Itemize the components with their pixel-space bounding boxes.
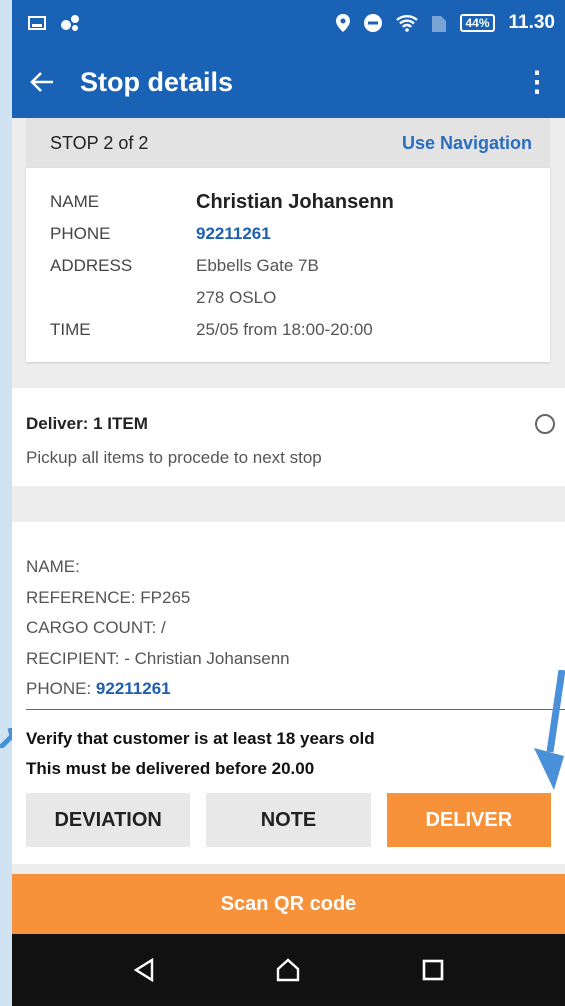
- wifi-icon: [396, 15, 419, 32]
- status-time: 11.30: [508, 12, 556, 33]
- address-line-2: 278 OSLO: [196, 288, 277, 307]
- pointer-arrow-icon: [0, 728, 12, 748]
- info-label: [50, 282, 196, 314]
- system-nav-bar: [12, 934, 565, 1006]
- nav-recents-icon[interactable]: [422, 959, 444, 981]
- deliver-radio-button[interactable]: [535, 414, 555, 434]
- age-warning: Verify that customer is at least 18 year…: [26, 728, 375, 748]
- time-warning: This must be delivered before 20.00: [26, 758, 315, 778]
- deliver-count: Deliver: 1 ITEM: [26, 414, 148, 433]
- item-cargo-count: CARGO COUNT: /: [26, 618, 166, 637]
- item-phone-link[interactable]: 92211261: [96, 679, 171, 698]
- address-line-1: Ebbells Gate 7B: [196, 256, 319, 275]
- deliver-items-row[interactable]: Deliver: 1 ITEM Pickup all items to proc…: [12, 388, 565, 486]
- info-label: ADDRESS: [50, 256, 133, 275]
- overflow-menu-icon[interactable]: ⋮: [523, 68, 551, 96]
- phone-screen: 44% 11.30 Stop details ⋮ STOP 2 of 2 Use…: [12, 0, 565, 1006]
- item-details-section: NAME: REFERENCE: FP265 CARGO COUNT: / RE…: [12, 522, 565, 864]
- divider: [26, 708, 565, 710]
- action-buttons: DEVIATION NOTE DELIVER: [26, 793, 551, 847]
- stop-section: STOP 2 of 2 Use Navigation NAME Christia…: [26, 118, 550, 362]
- status-bar: 44% 11.30: [12, 0, 565, 46]
- item-phone-label: PHONE:: [26, 679, 96, 698]
- deviation-button[interactable]: DEVIATION: [26, 793, 191, 847]
- do-not-disturb-icon: [364, 14, 383, 32]
- customer-phone-link[interactable]: 92211261: [196, 218, 271, 250]
- location-icon: [336, 14, 351, 32]
- stop-count: STOP 2 of 2: [50, 132, 149, 153]
- app-bar: Stop details ⋮: [12, 46, 565, 118]
- note-button[interactable]: NOTE: [206, 793, 371, 847]
- pointer-arrow-icon: [534, 670, 565, 790]
- scan-qr-button[interactable]: Scan QR code: [12, 874, 565, 934]
- info-label: NAME: [50, 192, 100, 211]
- stop-info-card: NAME Christian Johansenn PHONE 92211261 …: [26, 168, 550, 362]
- info-row-address-2: 278 OSLO: [50, 282, 526, 314]
- use-navigation-link[interactable]: Use Navigation: [402, 133, 532, 154]
- delivery-time: 25/05 from 18:00-20:00: [196, 320, 373, 339]
- sim-card-icon: [432, 16, 447, 32]
- item-reference: REFERENCE: FP265: [26, 587, 191, 607]
- gallery-icon: [28, 16, 46, 30]
- item-name: NAME:: [26, 557, 80, 576]
- info-row-name: NAME Christian Johansenn: [50, 186, 526, 218]
- nav-home-icon[interactable]: [276, 958, 300, 982]
- info-row-phone: PHONE 92211261: [50, 218, 526, 250]
- back-arrow-icon[interactable]: [30, 71, 54, 93]
- stop-header: STOP 2 of 2 Use Navigation: [26, 118, 550, 168]
- info-row-address: ADDRESS Ebbells Gate 7B: [50, 250, 526, 282]
- deliver-instruction: Pickup all items to procede to next stop: [26, 448, 322, 467]
- info-label: TIME: [50, 320, 91, 339]
- info-label: PHONE: [50, 224, 111, 243]
- deliver-button[interactable]: DELIVER: [386, 793, 551, 847]
- customer-name: Christian Johansenn: [196, 191, 394, 213]
- item-phone: PHONE: 92211261: [26, 674, 551, 705]
- nav-back-icon[interactable]: [133, 958, 155, 982]
- share-icon: [61, 15, 79, 31]
- battery-indicator: 44%: [460, 14, 495, 32]
- info-row-time: TIME 25/05 from 18:00-20:00: [50, 314, 526, 346]
- item-recipient: RECIPIENT: - Christian Johansenn: [26, 648, 290, 668]
- page-title: Stop details: [80, 66, 234, 97]
- warnings: Verify that customer is at least 18 year…: [26, 724, 551, 784]
